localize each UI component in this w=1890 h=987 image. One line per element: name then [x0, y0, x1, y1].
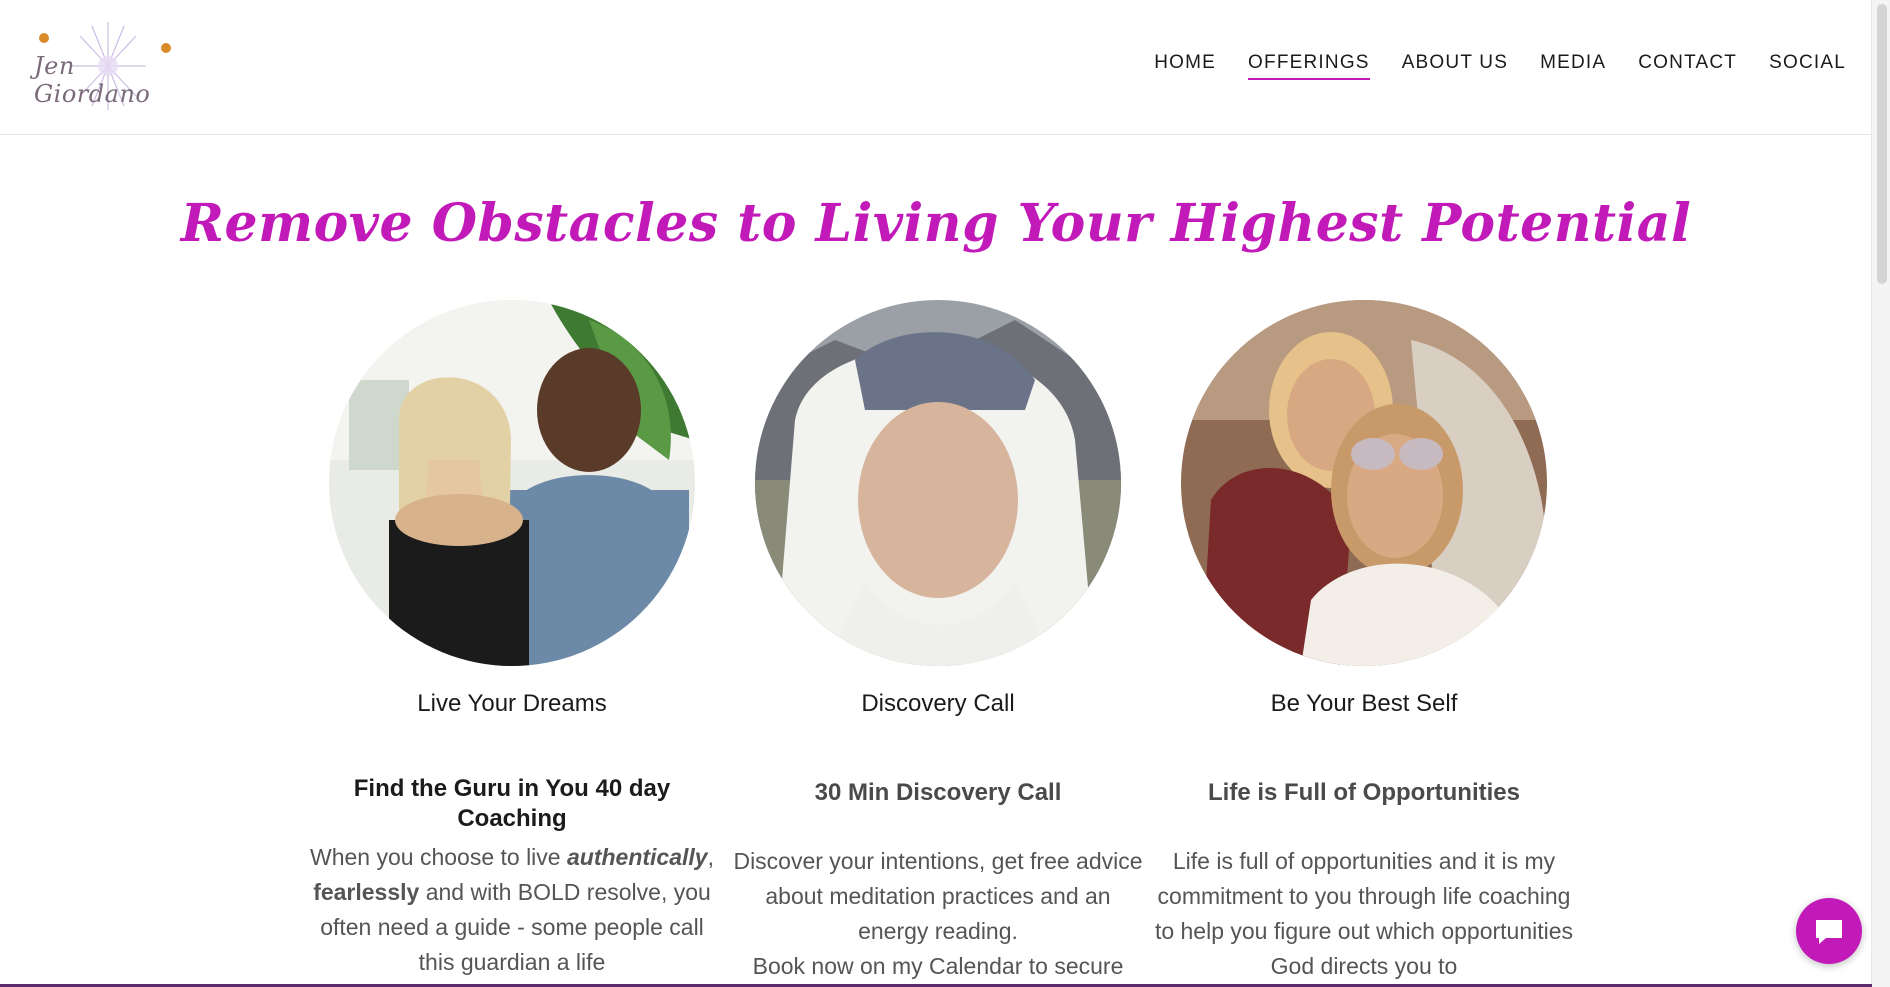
card-body-cta: Book now on my Calendar to secure — [752, 953, 1124, 979]
offering-card-live-your-dreams: Live Your Dreams Find the Guru in You 40… — [302, 300, 722, 980]
site-header: Jen Giordano HOME OFFERINGS ABOUT US MED… — [0, 0, 1890, 135]
nav-about-us[interactable]: ABOUT US — [1402, 52, 1508, 80]
card-subtitle: 30 Min Discovery Call — [814, 779, 1062, 806]
offering-card-be-your-best-self: Be Your Best Self Life is Full of Opport… — [1154, 300, 1574, 984]
card-body-strong: fearlessly — [313, 879, 420, 905]
card-title: Live Your Dreams — [417, 690, 607, 717]
nav-media[interactable]: MEDIA — [1540, 52, 1606, 80]
offering-card-discovery-call: Discovery Call 30 Min Discovery Call Dis… — [728, 300, 1148, 984]
card-subtitle: Find the Guru in You 40 day Coaching — [353, 775, 671, 832]
card-photo-friends — [1181, 300, 1547, 666]
card-body-text: When you choose to live — [310, 844, 567, 870]
card-photo-portrait — [755, 300, 1121, 666]
site-logo[interactable]: Jen Giordano — [30, 18, 180, 114]
card-title: Discovery Call — [861, 690, 1015, 717]
scrollbar-thumb[interactable] — [1877, 4, 1887, 284]
card-title: Be Your Best Self — [1270, 690, 1458, 717]
card-body: When you choose to live authentically, f… — [302, 840, 722, 980]
nav-contact[interactable]: CONTACT — [1638, 52, 1737, 80]
card-body-emphasis: authentically — [566, 844, 708, 870]
page-headline: Remove Obstacles to Living Your Highest … — [180, 193, 1692, 254]
logo-text: Jen Giordano — [34, 52, 151, 108]
main-nav: HOME OFFERINGS ABOUT US MEDIA CONTACT SO… — [1122, 52, 1846, 80]
nav-social[interactable]: SOCIAL — [1769, 52, 1846, 80]
card-photo-couple — [329, 300, 695, 666]
card-body: Life is full of opportunities and it is … — [1154, 848, 1574, 979]
card-subtitle: Life is Full of Opportunities — [1208, 779, 1520, 806]
chat-bubble-icon — [1816, 920, 1842, 944]
card-body: Discover your intentions, get free advic… — [733, 848, 1143, 944]
chat-button[interactable] — [1796, 898, 1862, 964]
nav-home[interactable]: HOME — [1154, 52, 1216, 80]
nav-offerings[interactable]: OFFERINGS — [1248, 52, 1370, 80]
card-body-separator: , — [707, 844, 714, 870]
page-scrollbar[interactable] — [1871, 0, 1890, 987]
